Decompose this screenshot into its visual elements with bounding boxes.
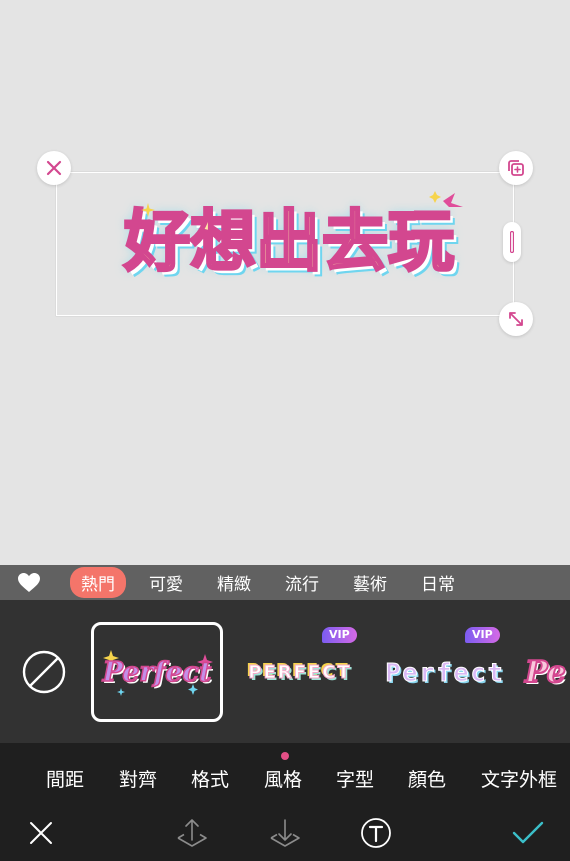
text-style-strip: Perfect VIP PERFECT VIP Perfect Pe bbox=[0, 600, 570, 743]
no-style-icon bbox=[22, 650, 66, 694]
style-preview-text: Perfect bbox=[385, 657, 505, 687]
close-icon bbox=[46, 160, 62, 176]
tab-format[interactable]: 格式 bbox=[191, 765, 229, 792]
duplicate-text-button[interactable] bbox=[499, 151, 533, 185]
sparkle-decoration-icon bbox=[429, 191, 463, 207]
text-sticker-box[interactable]: 好想出去玩 bbox=[56, 172, 514, 316]
resize-handle[interactable] bbox=[499, 302, 533, 336]
heart-icon bbox=[18, 572, 40, 592]
style-none-option[interactable] bbox=[18, 622, 70, 722]
category-tab-daily[interactable]: 日常 bbox=[410, 567, 466, 598]
active-tab-indicator bbox=[281, 752, 289, 760]
style-preview-text: Pe bbox=[524, 654, 567, 691]
side-stretch-handle[interactable] bbox=[503, 222, 521, 262]
tab-spacing[interactable]: 間距 bbox=[46, 765, 84, 792]
styled-text[interactable]: 好想出去玩 bbox=[119, 207, 459, 276]
send-backward-button[interactable] bbox=[265, 813, 305, 853]
side-stretch-icon bbox=[510, 231, 514, 253]
tab-font[interactable]: 字型 bbox=[336, 765, 374, 792]
style-option-perfect-sparkle[interactable]: Perfect bbox=[91, 622, 223, 722]
text-icon bbox=[361, 818, 391, 848]
close-icon bbox=[30, 822, 52, 844]
category-tab-art[interactable]: 藝術 bbox=[342, 567, 398, 598]
tab-color[interactable]: 顏色 bbox=[408, 765, 446, 792]
style-preview-text: Perfect bbox=[102, 656, 212, 689]
tool-tab-bar: 間距 對齊 格式 風格 字型 顏色 文字外框 bbox=[0, 743, 570, 801]
tab-style[interactable]: 風格 bbox=[264, 765, 302, 792]
send-backward-icon bbox=[270, 819, 300, 847]
category-tab-hot[interactable]: 熱門 bbox=[70, 567, 126, 598]
style-option-perfect-bubbles[interactable]: PERFECT bbox=[238, 622, 362, 722]
style-option-perfect-pastel[interactable]: Perfect bbox=[380, 622, 510, 722]
favorites-tab[interactable] bbox=[0, 565, 58, 600]
bottom-action-bar bbox=[0, 801, 570, 861]
tab-align[interactable]: 對齊 bbox=[119, 765, 157, 792]
style-category-bar: 熱門 可愛 精緻 流行 藝術 日常 bbox=[0, 565, 570, 600]
style-option-perfect-pink[interactable]: Pe bbox=[524, 622, 570, 722]
category-tab-refined[interactable]: 精緻 bbox=[206, 567, 262, 598]
confirm-button[interactable] bbox=[508, 813, 548, 853]
bring-forward-icon bbox=[177, 819, 207, 847]
tab-text-outline[interactable]: 文字外框 bbox=[481, 765, 557, 792]
checkmark-icon bbox=[512, 821, 544, 844]
duplicate-icon bbox=[508, 160, 524, 176]
sparkle-small-icon bbox=[141, 203, 155, 217]
canvas: 好想出去玩 bbox=[0, 0, 570, 565]
category-tab-trendy[interactable]: 流行 bbox=[274, 567, 330, 598]
text-edit-button[interactable] bbox=[356, 813, 396, 853]
cancel-button[interactable] bbox=[21, 813, 61, 853]
category-tab-cute[interactable]: 可愛 bbox=[138, 567, 194, 598]
bring-forward-button[interactable] bbox=[172, 813, 212, 853]
resize-icon bbox=[509, 312, 523, 326]
remove-text-button[interactable] bbox=[37, 151, 71, 185]
style-preview-text: PERFECT bbox=[248, 661, 352, 683]
